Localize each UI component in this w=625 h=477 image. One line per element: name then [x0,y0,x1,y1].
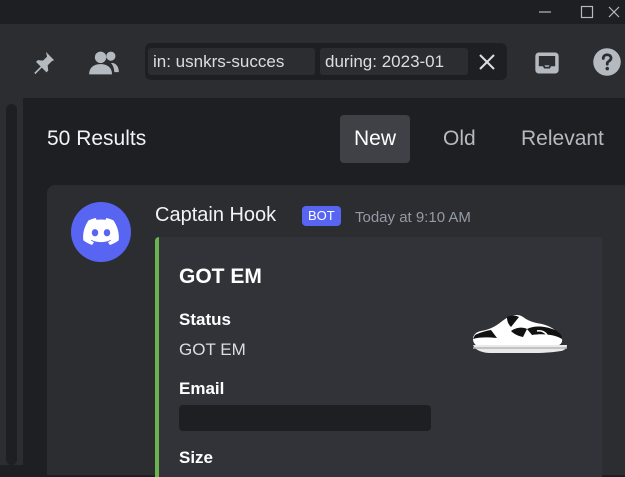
embed-field-email-name: Email [179,379,225,398]
message-timestamp: Today at 9:10 AM [355,209,471,226]
help-icon[interactable] [590,45,624,79]
embed-field-status-name: Status [179,310,231,329]
sneaker-image[interactable] [467,301,571,363]
embed-field-size-name: Size [179,448,214,467]
minimize-button[interactable] [528,0,562,24]
maximize-icon [580,5,594,19]
embed-field-email-spoiler[interactable] [179,405,431,431]
search-results-header: 50 Results New Old Relevant [23,98,625,182]
inbox-icon[interactable] [530,46,564,80]
close-window-button[interactable] [603,0,625,24]
sidebar-scrollbar[interactable] [6,104,17,465]
bot-badge: BOT [302,206,341,226]
tab-sort-relevant[interactable]: Relevant [507,115,618,163]
sidebar-strip [0,98,23,465]
tab-sort-old[interactable]: Old [429,115,490,163]
embed-field-status-value: GOT EM [179,340,246,359]
message-author[interactable]: Captain Hook [155,204,276,227]
window-titlebar [0,0,625,24]
search-results-list: Captain Hook BOT Today at 9:10 AM GOT EM… [23,182,625,477]
message-embed: GOT EM Status GOT EM Email Size [155,237,602,477]
tab-sort-new[interactable]: New [340,115,411,163]
maximize-button[interactable] [570,0,604,24]
search-filter-channel[interactable]: in: usnkrs-succes [148,48,315,75]
pin-icon[interactable] [26,46,60,80]
embed-title: GOT EM [179,265,262,288]
search-input[interactable]: in: usnkrs-succes during: 2023-01 [145,43,507,80]
avatar[interactable] [71,202,131,262]
close-icon [608,6,620,18]
minimize-icon [539,11,551,13]
channel-toolbar: in: usnkrs-succes during: 2023-01 [0,24,625,98]
search-filter-date[interactable]: during: 2023-01 [320,48,468,75]
close-icon [479,54,495,70]
search-result-message[interactable]: Captain Hook BOT Today at 9:10 AM GOT EM… [47,185,625,477]
members-icon[interactable] [86,46,122,80]
discord-logo-icon [83,218,119,245]
clear-search-button[interactable] [472,47,502,77]
results-count: 50 Results [47,127,147,150]
